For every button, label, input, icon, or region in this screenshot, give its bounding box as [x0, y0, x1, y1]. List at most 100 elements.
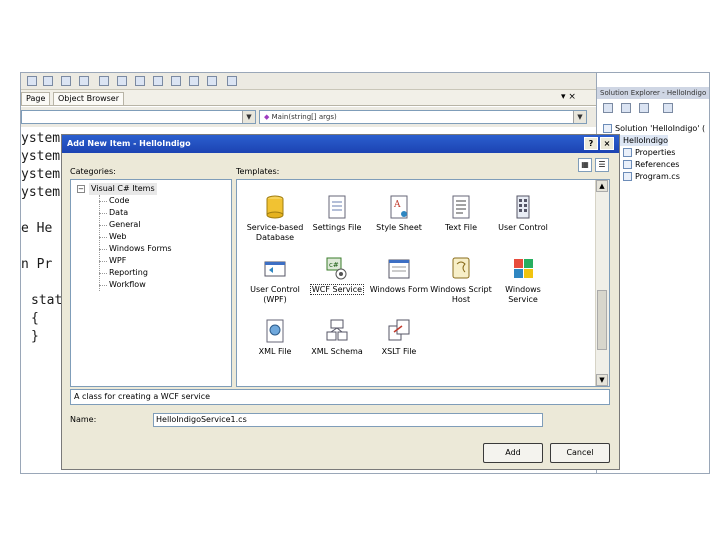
categories-label: Categories: — [70, 167, 116, 176]
code-line[interactable]: { — [31, 311, 39, 326]
member-dropdown-value: Main(string[] args) — [271, 113, 337, 121]
chevron-down-icon: ▼ — [573, 111, 586, 123]
toolbar-icon[interactable] — [227, 76, 237, 86]
toolbar-icon[interactable] — [117, 76, 127, 86]
categories-tree[interactable]: − Visual C# Items Code Data General Web … — [70, 179, 232, 387]
category-workflow[interactable]: Workflow — [109, 279, 146, 291]
solution-node[interactable]: Solution 'HelloIndigo' ( — [603, 123, 705, 134]
code-line[interactable]: ystem — [21, 167, 60, 182]
toolbar-icon[interactable] — [189, 76, 199, 86]
template-item[interactable]: User Control — [491, 194, 555, 233]
template-label: User Control — [498, 223, 548, 232]
category-visual-csharp-items[interactable]: Visual C# Items — [89, 183, 157, 195]
code-line[interactable]: } — [31, 329, 39, 344]
ide-toolbar — [21, 73, 596, 90]
tree-line — [99, 261, 107, 262]
toolbar-icon[interactable] — [99, 76, 109, 86]
template-item[interactable]: Windows Service — [491, 256, 555, 305]
template-item[interactable]: Settings File — [305, 194, 369, 233]
show-all-files-icon[interactable] — [621, 103, 631, 113]
help-button[interactable]: ? — [584, 137, 598, 150]
template-label: Text File — [444, 223, 478, 232]
tree-line — [99, 237, 107, 238]
toolbar-icon[interactable] — [207, 76, 217, 86]
template-item[interactable]: User Control (WPF) — [243, 256, 307, 305]
tree-line — [99, 201, 107, 202]
toolbar-icon[interactable] — [43, 76, 53, 86]
category-wpf[interactable]: WPF — [109, 255, 126, 267]
code-line[interactable]: ystem — [21, 131, 60, 146]
text-file-icon — [449, 194, 473, 220]
toolbar-icon[interactable] — [153, 76, 163, 86]
template-item[interactable]: Windows Script Host — [429, 256, 493, 305]
toolbar-icon[interactable] — [27, 76, 37, 86]
toolbar-icon[interactable] — [171, 76, 181, 86]
template-item[interactable]: c# WCF Service — [305, 256, 369, 295]
template-item[interactable]: XML File — [243, 318, 307, 357]
scroll-down-icon[interactable]: ▼ — [596, 374, 608, 386]
code-line[interactable]: e He — [21, 221, 52, 236]
large-icons-view-icon[interactable]: ▦ — [578, 158, 592, 172]
properties-icon[interactable] — [603, 103, 613, 113]
dialog-title: Add New Item - HelloIndigo — [67, 139, 191, 148]
small-icons-view-icon[interactable]: ☰ — [595, 158, 609, 172]
properties-node[interactable]: Properties — [623, 147, 675, 158]
templates-list[interactable]: Service-based Database Settings File A S… — [236, 179, 610, 387]
references-node[interactable]: References — [623, 159, 679, 170]
template-label: Service-based Database — [246, 223, 304, 242]
template-item[interactable]: Service-based Database — [243, 194, 307, 243]
scroll-thumb[interactable] — [597, 290, 607, 350]
type-dropdown[interactable]: ▼ — [21, 110, 256, 124]
close-button[interactable]: × — [600, 137, 614, 150]
templates-scrollbar[interactable]: ▲ ▼ — [595, 180, 609, 386]
code-line[interactable]: ystem — [21, 185, 60, 200]
name-input[interactable]: HelloIndigoService1.cs — [153, 413, 543, 427]
member-dropdown[interactable]: ◆ Main(string[] args) ▼ — [259, 110, 587, 124]
tree-line — [99, 225, 107, 226]
cancel-button[interactable]: Cancel — [550, 443, 610, 463]
view-class-diagram-icon[interactable] — [663, 103, 673, 113]
tree-line — [99, 285, 107, 286]
add-new-item-dialog: Add New Item - HelloIndigo ? × Categorie… — [61, 134, 620, 470]
svg-text:A: A — [393, 200, 401, 210]
category-web[interactable]: Web — [109, 231, 126, 243]
category-code[interactable]: Code — [109, 195, 129, 207]
tab-page[interactable]: Page — [21, 92, 51, 105]
template-item[interactable]: Windows Form — [367, 256, 431, 295]
template-label: Settings File — [312, 223, 362, 232]
collapse-icon[interactable]: − — [77, 185, 85, 193]
template-label: Windows Script Host — [430, 285, 492, 304]
template-item[interactable]: XSLT File — [367, 318, 431, 357]
code-line[interactable]: stat — [31, 293, 62, 308]
add-button[interactable]: Add — [483, 443, 543, 463]
tab-close-icon[interactable]: ▾ × — [561, 92, 576, 102]
template-label: XSLT File — [381, 347, 417, 356]
toolbar-icon[interactable] — [135, 76, 145, 86]
program-cs-node[interactable]: Program.cs — [623, 171, 680, 182]
document-tabs: Page Object Browser ▾ × — [21, 90, 596, 106]
settings-file-icon — [325, 194, 349, 220]
category-data[interactable]: Data — [109, 207, 128, 219]
style-sheet-icon: A — [387, 194, 411, 220]
script-host-icon — [449, 256, 473, 282]
template-description: A class for creating a WCF service — [70, 389, 610, 405]
category-windows-forms[interactable]: Windows Forms — [109, 243, 172, 255]
tree-line — [99, 195, 100, 291]
database-icon — [263, 194, 287, 220]
folder-icon — [623, 160, 632, 169]
template-item[interactable]: Text File — [429, 194, 493, 233]
refresh-icon[interactable] — [639, 103, 649, 113]
category-reporting[interactable]: Reporting — [109, 267, 148, 279]
template-item[interactable]: XML Schema — [305, 318, 369, 357]
template-item[interactable]: A Style Sheet — [367, 194, 431, 233]
template-label: Windows Form — [369, 285, 429, 294]
scroll-up-icon[interactable]: ▲ — [596, 180, 608, 192]
category-general[interactable]: General — [109, 219, 141, 231]
toolbar-icon[interactable] — [61, 76, 71, 86]
user-control-icon — [511, 194, 535, 220]
toolbar-icon[interactable] — [79, 76, 89, 86]
code-line[interactable]: ystem — [21, 149, 60, 164]
xml-schema-icon — [325, 318, 349, 344]
code-line[interactable]: n Pr — [21, 257, 52, 272]
tab-object-browser[interactable]: Object Browser — [53, 92, 125, 105]
